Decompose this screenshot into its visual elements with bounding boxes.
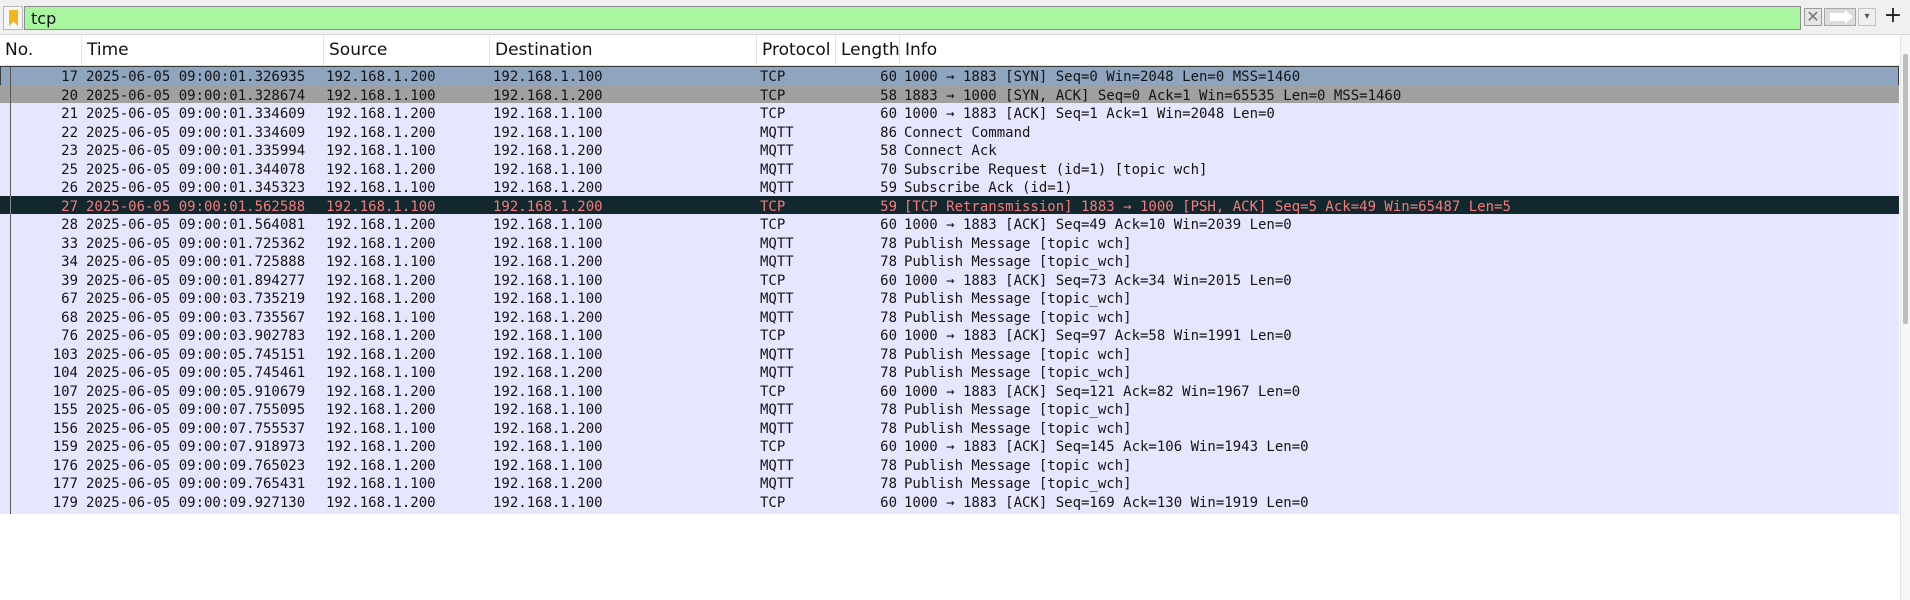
column-header-protocol[interactable]: Protocol [757,36,836,65]
packet-source-cell: 192.168.1.200 [326,494,436,511]
packet-no-cell: 179 [52,494,78,511]
clear-filter-icon[interactable]: ✕ [1804,8,1822,26]
display-filter-input[interactable] [24,6,1801,30]
apply-filter-button[interactable] [1824,8,1856,26]
display-filter-toolbar: ✕ ▾ + [0,0,1910,35]
packet-list-header: No. Time Source Destination Protocol Len… [0,36,1900,66]
packet-list[interactable]: 17 2025-06-05 09:00:01.326935 192.168.1.20… [0,66,1900,600]
packet-info-cell: 1000 → 1883 [ACK] Seq=169 Ack=130 Win=19… [904,494,1309,511]
arrow-right-icon [1830,13,1846,21]
column-header-length[interactable]: Length [836,36,900,65]
column-header-no[interactable]: No. [0,36,82,65]
column-header-time[interactable]: Time [82,36,324,65]
column-header-info[interactable]: Info [900,36,1900,65]
packet-length-cell: 60 [880,494,897,511]
packet-row[interactable]: 179 2025-06-05 09:00:09.927130 192.168.1.2… [0,491,1899,515]
packet-destination-cell: 192.168.1.100 [493,494,603,511]
scrollbar-thumb[interactable] [1903,54,1908,324]
add-filter-button-icon[interactable]: + [1880,5,1906,29]
column-header-source[interactable]: Source [324,36,490,65]
packet-protocol-cell: TCP [760,494,786,511]
filter-bookmark-button[interactable] [3,6,23,30]
packet-time-cell: 2025-06-05 09:00:09.927130 [86,494,306,511]
bookmark-icon [9,10,18,26]
column-header-destination[interactable]: Destination [490,36,757,65]
packet-list-scrollbar[interactable] [1900,36,1910,600]
filter-history-dropdown[interactable]: ▾ [1858,8,1876,26]
